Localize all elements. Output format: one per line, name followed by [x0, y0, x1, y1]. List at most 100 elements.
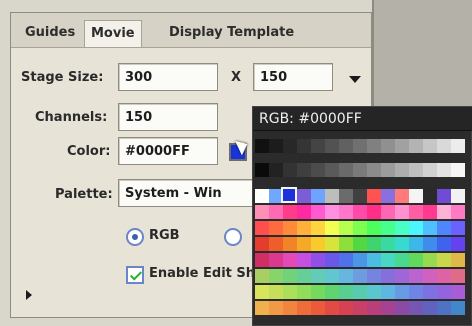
palette-swatch[interactable] — [437, 189, 451, 203]
gray-swatch[interactable] — [409, 163, 423, 177]
palette-swatch[interactable] — [381, 253, 395, 267]
gray-swatch[interactable] — [423, 163, 437, 177]
other-radio[interactable] — [224, 228, 242, 246]
palette-swatch[interactable] — [353, 237, 367, 251]
palette-swatch[interactable] — [269, 301, 283, 315]
palette-swatch[interactable] — [297, 189, 311, 203]
palette-swatch[interactable] — [255, 253, 269, 267]
stage-height-field[interactable]: 150 — [253, 63, 333, 91]
palette-swatch[interactable] — [381, 285, 395, 299]
palette-swatch[interactable] — [437, 269, 451, 283]
palette-swatch[interactable] — [269, 253, 283, 267]
palette-swatch[interactable] — [409, 205, 423, 219]
palette-swatch[interactable] — [353, 221, 367, 235]
palette-swatch[interactable] — [283, 301, 297, 315]
color-picker-popup[interactable]: RGB: #0000FF — [252, 106, 472, 326]
palette-swatch[interactable] — [409, 301, 423, 315]
palette-swatch[interactable] — [283, 237, 297, 251]
palette-swatch[interactable] — [395, 189, 409, 203]
palette-swatch[interactable] — [311, 253, 325, 267]
palette-swatch[interactable] — [311, 221, 325, 235]
gray-swatch[interactable] — [339, 139, 353, 153]
palette-swatch[interactable] — [451, 205, 465, 219]
palette-swatch[interactable] — [255, 301, 269, 315]
palette-swatch[interactable] — [325, 301, 339, 315]
palette-swatch[interactable] — [423, 221, 437, 235]
palette-swatch[interactable] — [395, 285, 409, 299]
palette-swatch[interactable] — [325, 269, 339, 283]
gray-swatch[interactable] — [325, 163, 339, 177]
channels-field[interactable]: 150 — [118, 103, 218, 131]
palette-swatch[interactable] — [381, 221, 395, 235]
gray-swatch[interactable] — [297, 139, 311, 153]
gray-swatch[interactable] — [367, 139, 381, 153]
palette-select[interactable]: System - Win — [118, 179, 263, 207]
gray-swatch[interactable] — [255, 139, 269, 153]
palette-swatch[interactable] — [451, 253, 465, 267]
palette-swatch[interactable] — [381, 301, 395, 315]
gray-swatch[interactable] — [423, 139, 437, 153]
palette-swatch[interactable] — [381, 189, 395, 203]
palette-swatch[interactable] — [255, 269, 269, 283]
gray-swatch[interactable] — [269, 163, 283, 177]
palette-swatch[interactable] — [255, 221, 269, 235]
gray-swatch[interactable] — [353, 163, 367, 177]
palette-swatch[interactable] — [409, 269, 423, 283]
palette-swatch[interactable] — [395, 253, 409, 267]
gray-swatch[interactable] — [395, 139, 409, 153]
palette-swatch[interactable] — [283, 205, 297, 219]
palette-swatch[interactable] — [353, 301, 367, 315]
palette-swatch[interactable] — [325, 189, 339, 203]
gray-swatch[interactable] — [283, 139, 297, 153]
gray-swatch[interactable] — [297, 163, 311, 177]
gray-swatch[interactable] — [339, 163, 353, 177]
palette-swatch[interactable] — [381, 237, 395, 251]
palette-swatch[interactable] — [311, 205, 325, 219]
palette-swatch[interactable] — [311, 285, 325, 299]
palette-swatch[interactable] — [311, 189, 325, 203]
palette-swatch[interactable] — [325, 205, 339, 219]
palette-swatch[interactable] — [367, 285, 381, 299]
palette-swatch[interactable] — [325, 237, 339, 251]
palette-swatch[interactable] — [437, 205, 451, 219]
palette-swatch[interactable] — [423, 205, 437, 219]
gray-swatch[interactable] — [325, 139, 339, 153]
palette-swatch[interactable] — [283, 269, 297, 283]
palette-swatch[interactable] — [353, 253, 367, 267]
palette-swatch[interactable] — [423, 285, 437, 299]
palette-swatch[interactable] — [283, 221, 297, 235]
palette-swatch[interactable] — [395, 221, 409, 235]
palette-swatch[interactable] — [269, 285, 283, 299]
enable-edit-checkbox[interactable] — [126, 266, 144, 284]
palette-swatch[interactable] — [311, 237, 325, 251]
palette-swatch[interactable] — [409, 189, 423, 203]
palette-swatch[interactable] — [451, 269, 465, 283]
gray-swatch[interactable] — [451, 139, 465, 153]
palette-swatch[interactable] — [283, 285, 297, 299]
palette-swatch[interactable] — [367, 205, 381, 219]
gray-swatch[interactable] — [409, 139, 423, 153]
color-field[interactable]: #0000FF — [118, 137, 218, 165]
palette-swatch[interactable] — [409, 221, 423, 235]
tab-movie[interactable]: Movie — [84, 20, 142, 47]
palette-swatch[interactable] — [423, 253, 437, 267]
gray-swatch[interactable] — [311, 163, 325, 177]
palette-swatch[interactable] — [269, 269, 283, 283]
palette-swatch[interactable] — [283, 253, 297, 267]
palette-swatch[interactable] — [339, 269, 353, 283]
palette-swatch[interactable] — [255, 189, 269, 203]
palette-swatch[interactable] — [339, 189, 353, 203]
palette-swatch[interactable] — [311, 269, 325, 283]
palette-swatch[interactable] — [423, 301, 437, 315]
palette-swatch[interactable] — [437, 285, 451, 299]
palette-swatch[interactable] — [269, 205, 283, 219]
palette-swatch[interactable] — [381, 205, 395, 219]
gray-swatch[interactable] — [395, 163, 409, 177]
stage-width-field[interactable]: 300 — [118, 63, 218, 91]
palette-swatch[interactable] — [297, 285, 311, 299]
palette-swatch[interactable] — [311, 301, 325, 315]
palette-swatch[interactable] — [409, 237, 423, 251]
palette-swatch[interactable] — [381, 269, 395, 283]
palette-swatch[interactable] — [395, 301, 409, 315]
palette-swatch[interactable] — [409, 285, 423, 299]
